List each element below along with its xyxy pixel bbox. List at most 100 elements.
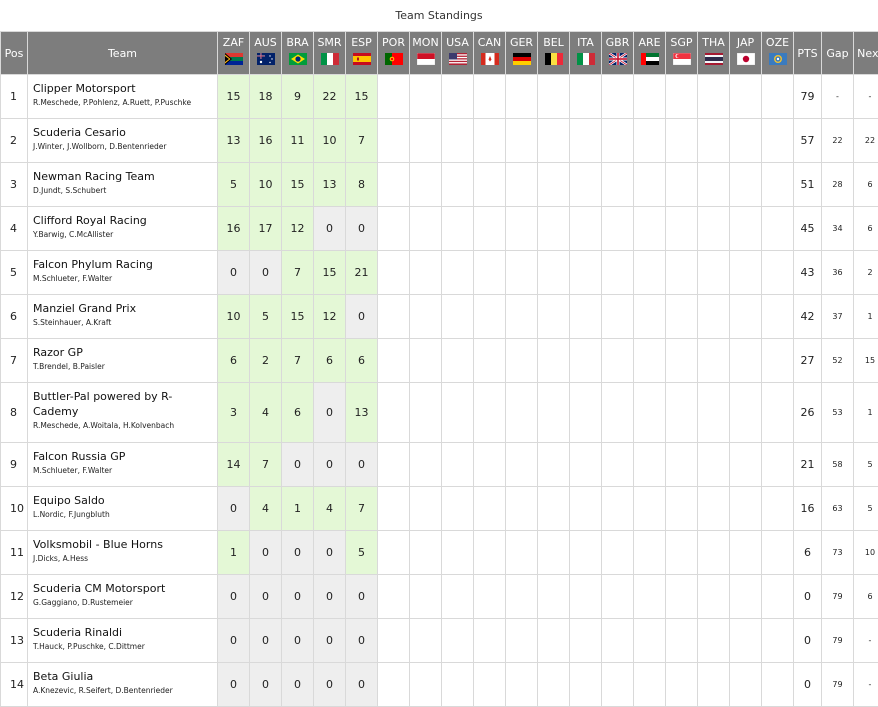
col-header-gap[interactable]: Gap xyxy=(822,32,854,75)
race-result-ger xyxy=(506,487,538,531)
race-result-jap xyxy=(730,75,762,119)
team-name[interactable]: Scuderia Cesario xyxy=(33,125,217,140)
team-name[interactable]: Razor GP xyxy=(33,345,217,360)
gap-cell: 79 xyxy=(822,575,854,619)
table-row[interactable]: 14Beta GiuliaA.Knezevic, R.Seifert, D.Be… xyxy=(1,663,878,707)
col-header-race-mon[interactable]: MON xyxy=(410,32,442,75)
race-result-bel xyxy=(538,487,570,531)
monaco-flag-icon xyxy=(410,53,441,65)
race-result-oze xyxy=(762,383,794,443)
team-name[interactable]: Equipo Saldo xyxy=(33,493,217,508)
team-name[interactable]: Newman Racing Team xyxy=(33,169,217,184)
race-result-can xyxy=(474,251,506,295)
race-result-aus: 7 xyxy=(250,443,282,487)
race-result-jap xyxy=(730,163,762,207)
col-header-pts[interactable]: PTS xyxy=(794,32,822,75)
race-result-esp: 0 xyxy=(346,619,378,663)
race-result-esp: 6 xyxy=(346,339,378,383)
col-header-race-ger[interactable]: GER xyxy=(506,32,538,75)
team-cell: Scuderia CM Motorsport G.Gaggiano, D.Rust… xyxy=(28,575,218,619)
gap-cell: 37 xyxy=(822,295,854,339)
table-row[interactable]: 9Falcon Russia GPM.Schlueter, F.Walter14… xyxy=(1,443,878,487)
race-result-tha xyxy=(698,663,730,707)
col-header-race-bra[interactable]: BRA xyxy=(282,32,314,75)
position-cell: 11 xyxy=(1,531,28,575)
team-name[interactable]: Buttler-Pal powered by R-Cademy xyxy=(33,389,217,419)
col-header-race-esp[interactable]: ESP xyxy=(346,32,378,75)
race-result-ita xyxy=(570,163,602,207)
team-name[interactable]: Clifford Royal Racing xyxy=(33,213,217,228)
col-header-next[interactable]: Next xyxy=(854,32,878,75)
team-cell: Scuderia Cesario J.Winter, J.Wollborn, D.… xyxy=(28,119,218,163)
team-name[interactable]: Beta Giulia xyxy=(33,669,217,684)
race-result-sgp xyxy=(666,383,698,443)
team-name[interactable]: Clipper Motorsport xyxy=(33,81,217,96)
table-row[interactable]: 10Equipo SaldoL.Nordic, F.Jungbluth04147… xyxy=(1,487,878,531)
col-header-race-oze[interactable]: OZE xyxy=(762,32,794,75)
race-result-esp: 0 xyxy=(346,295,378,339)
col-header-team[interactable]: Team xyxy=(28,32,218,75)
race-code: ZAF xyxy=(218,36,249,49)
team-name[interactable]: Volksmobil - Blue Horns xyxy=(33,537,217,552)
race-result-aus: 4 xyxy=(250,383,282,443)
team-name[interactable]: Scuderia Rinaldi xyxy=(33,625,217,640)
table-row[interactable]: 12Scuderia CM MotorsportG.Gaggiano, D.Ru… xyxy=(1,575,878,619)
table-row[interactable]: 8Buttler-Pal powered by R-CademyR.Mesche… xyxy=(1,383,878,443)
col-header-race-smr[interactable]: SMR xyxy=(314,32,346,75)
race-result-zaf: 5 xyxy=(218,163,250,207)
race-result-gbr xyxy=(602,575,634,619)
race-result-jap xyxy=(730,531,762,575)
race-result-por xyxy=(378,163,410,207)
col-header-race-are[interactable]: ARE xyxy=(634,32,666,75)
team-drivers: J.Winter, J.Wollborn, D.Bentenrieder xyxy=(33,142,217,151)
race-result-por xyxy=(378,663,410,707)
team-name[interactable]: Falcon Russia GP xyxy=(33,449,217,464)
table-row[interactable]: 5Falcon Phylum RacingM.Schlueter, F.Walt… xyxy=(1,251,878,295)
race-result-ger xyxy=(506,531,538,575)
race-result-bra: 1 xyxy=(282,487,314,531)
col-header-race-usa[interactable]: USA xyxy=(442,32,474,75)
table-row[interactable]: 11Volksmobil - Blue HornsJ.Dicks, A.Hess… xyxy=(1,531,878,575)
col-header-race-can[interactable]: CAN xyxy=(474,32,506,75)
next-cell: 5 xyxy=(854,487,878,531)
table-row[interactable]: 4Clifford Royal RacingY.Barwig, C.McAlli… xyxy=(1,207,878,251)
south-africa-flag-icon xyxy=(218,53,249,65)
race-code: ITA xyxy=(570,36,601,49)
points-cell: 26 xyxy=(794,383,822,443)
gap-cell: - xyxy=(822,75,854,119)
race-result-usa xyxy=(442,339,474,383)
team-cell: Beta GiuliaA.Knezevic, R.Seifert, D.Bent… xyxy=(28,663,218,707)
table-row[interactable]: 2Scuderia CesarioJ.Winter, J.Wollborn, D… xyxy=(1,119,878,163)
race-result-can xyxy=(474,163,506,207)
col-header-race-sgp[interactable]: SGP xyxy=(666,32,698,75)
col-header-race-tha[interactable]: THA xyxy=(698,32,730,75)
table-row[interactable]: 1Clipper MotorsportR.Meschede, P.Pohlenz… xyxy=(1,75,878,119)
table-row[interactable]: 3Newman Racing TeamD.Jundt, S.Schubert51… xyxy=(1,163,878,207)
next-cell: 6 xyxy=(854,207,878,251)
team-name[interactable]: Scuderia CM Motorsport xyxy=(33,581,217,596)
table-row[interactable]: 13Scuderia RinaldiT.Hauck, P.Puschke, C.… xyxy=(1,619,878,663)
race-code: BEL xyxy=(538,36,569,49)
uk-flag-icon xyxy=(602,53,633,65)
race-result-smr: 15 xyxy=(314,251,346,295)
team-name[interactable]: Falcon Phylum Racing xyxy=(33,257,217,272)
race-result-aus: 10 xyxy=(250,163,282,207)
col-header-race-aus[interactable]: AUS xyxy=(250,32,282,75)
gap-cell: 53 xyxy=(822,383,854,443)
col-header-pos[interactable]: Pos xyxy=(1,32,28,75)
race-result-zaf: 14 xyxy=(218,443,250,487)
race-result-tha xyxy=(698,383,730,443)
col-header-race-ita[interactable]: ITA xyxy=(570,32,602,75)
col-header-race-por[interactable]: POR xyxy=(378,32,410,75)
table-row[interactable]: 7Razor GPT.Brendel, B.Paisler62766275215 xyxy=(1,339,878,383)
team-drivers: G.Gaggiano, D.Rustemeier xyxy=(33,598,217,607)
team-name[interactable]: Manziel Grand Prix xyxy=(33,301,217,316)
race-result-por xyxy=(378,531,410,575)
col-header-race-jap[interactable]: JAP xyxy=(730,32,762,75)
col-header-race-bel[interactable]: BEL xyxy=(538,32,570,75)
col-header-race-zaf[interactable]: ZAF xyxy=(218,32,250,75)
gap-cell: 52 xyxy=(822,339,854,383)
col-header-race-gbr[interactable]: GBR xyxy=(602,32,634,75)
table-row[interactable]: 6Manziel Grand PrixS.Steinhauer, A.Kraft… xyxy=(1,295,878,339)
race-result-zaf: 0 xyxy=(218,251,250,295)
